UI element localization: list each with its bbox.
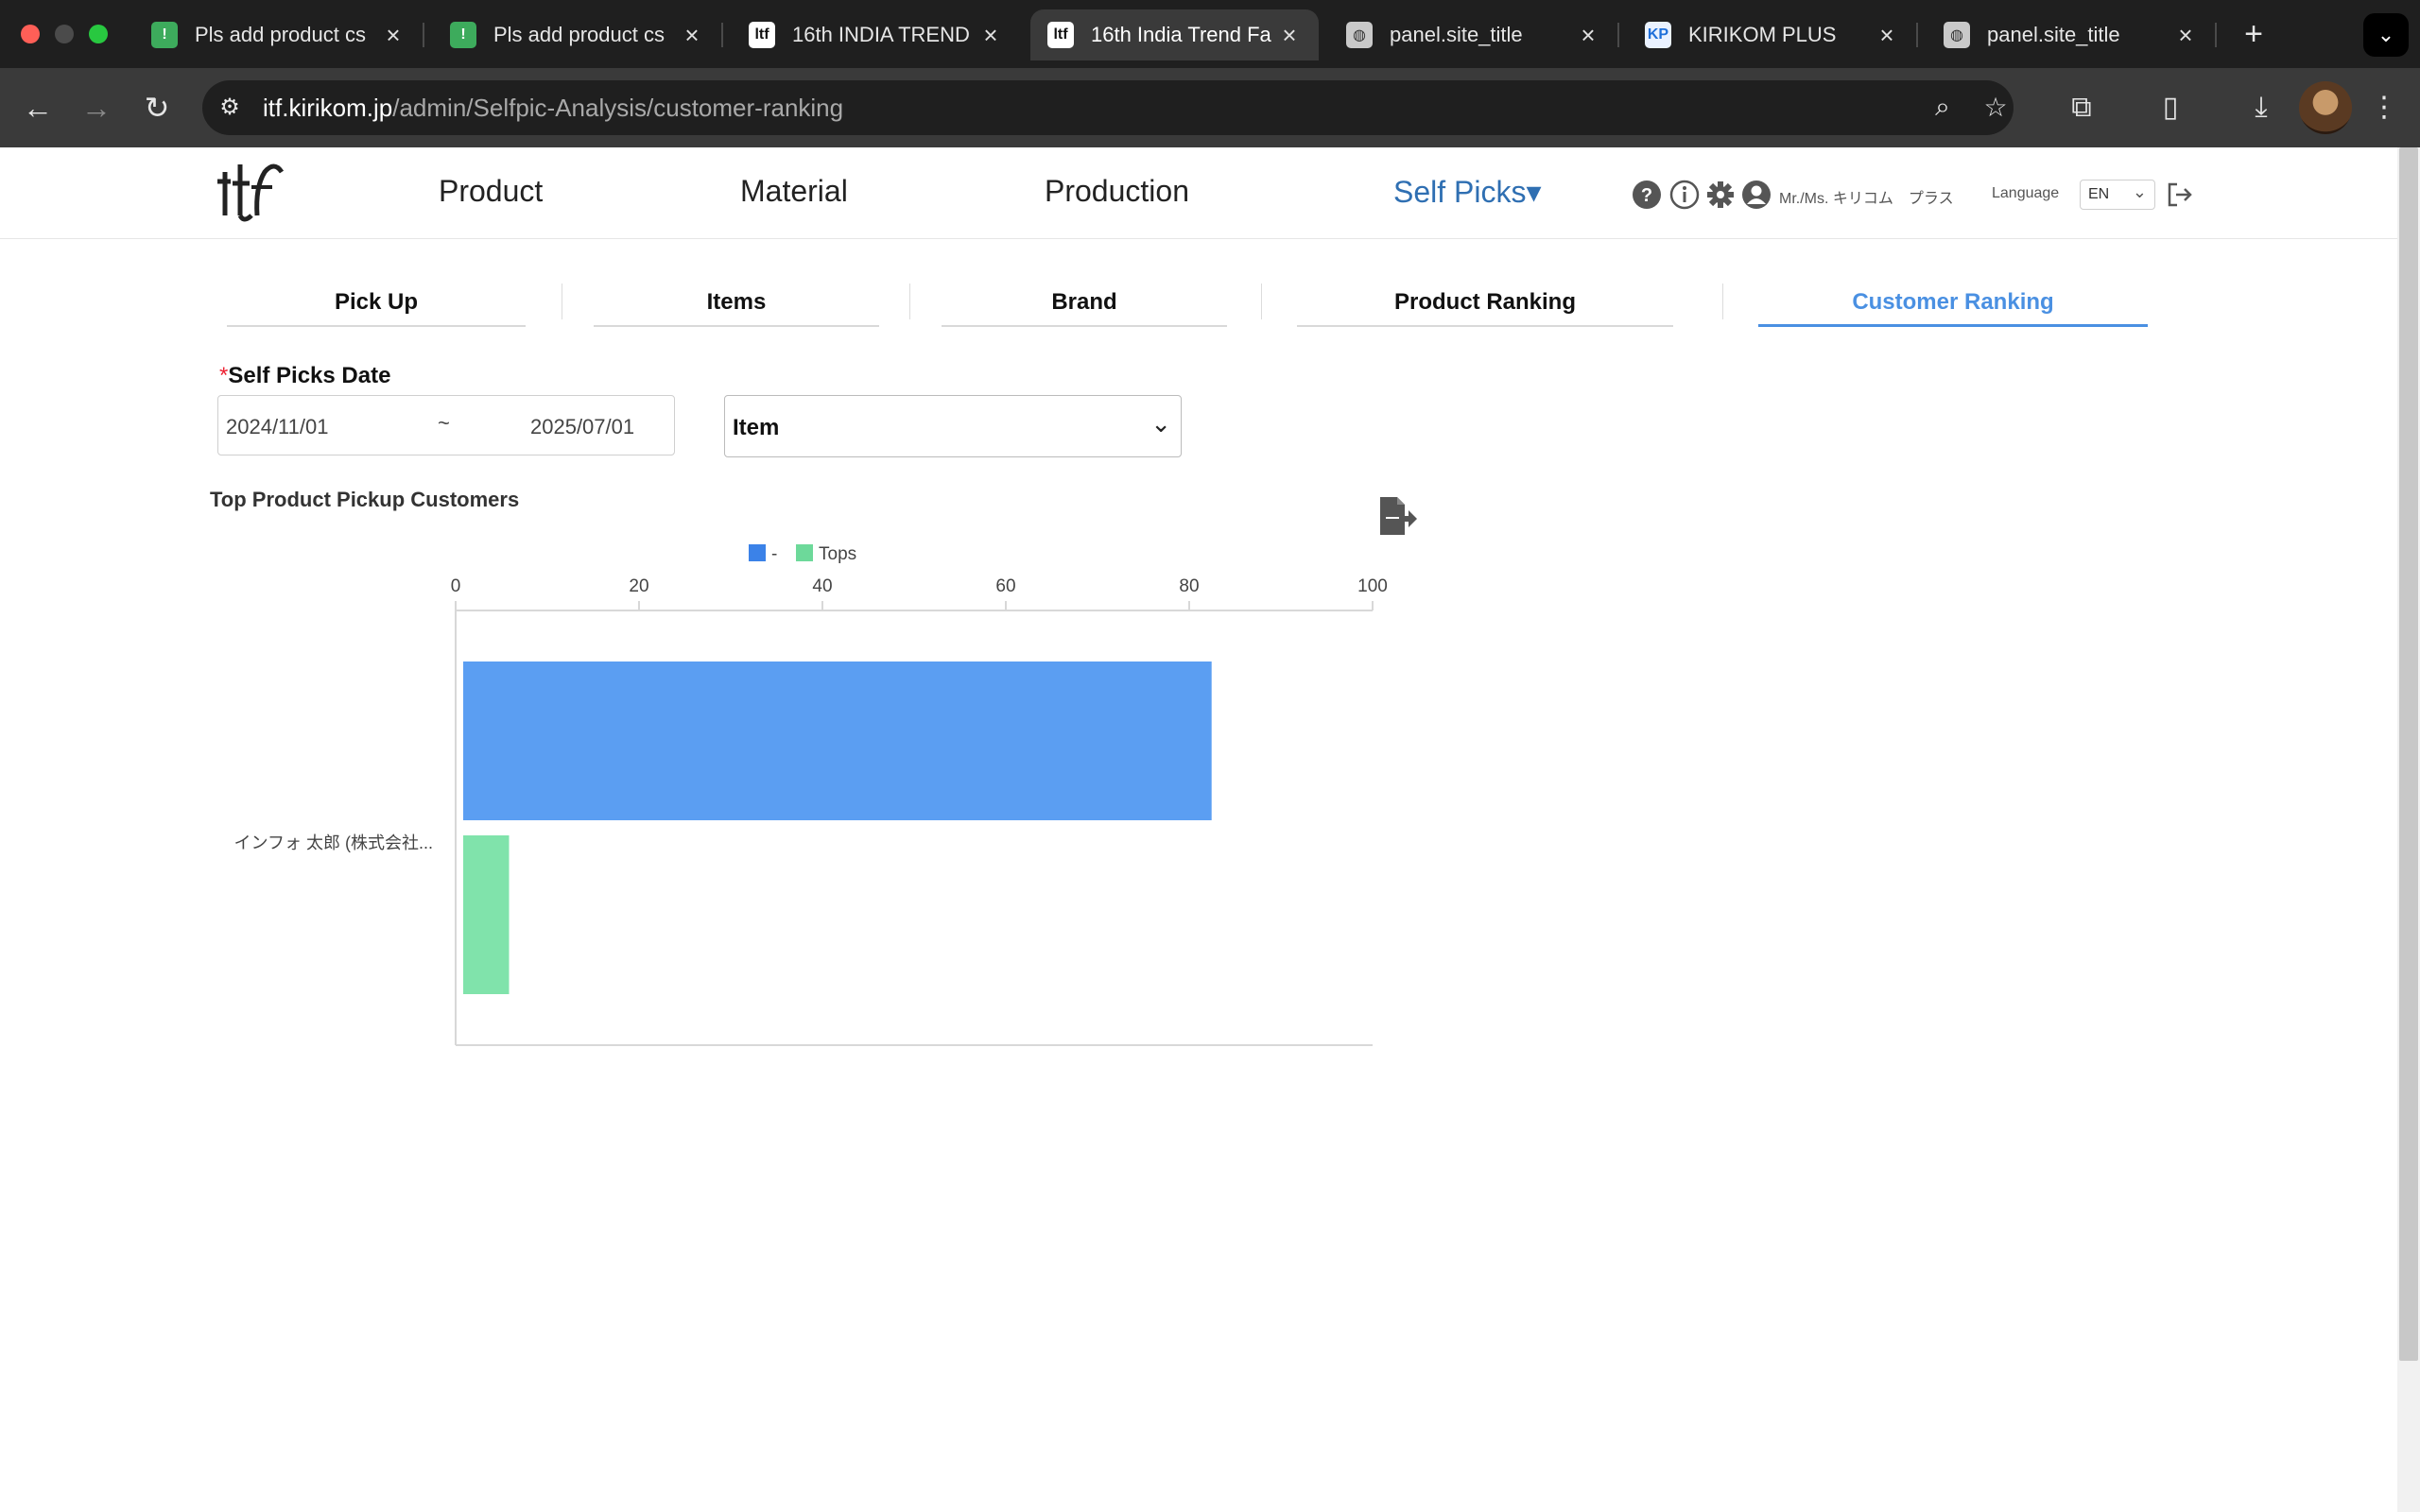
legend-label: Tops xyxy=(819,544,856,564)
bar xyxy=(463,662,1212,820)
x-tick-label: 0 xyxy=(451,576,461,596)
y-category-label: インフォ 太郎 (株式会社... xyxy=(234,833,433,852)
bar xyxy=(463,835,510,994)
legend-swatch xyxy=(749,544,766,561)
x-tick-label: 100 xyxy=(1357,576,1388,596)
legend-swatch xyxy=(796,544,813,561)
x-tick-label: 80 xyxy=(1179,576,1199,596)
legend-label: - xyxy=(771,544,777,564)
page-scrollbar-thumb[interactable] xyxy=(2399,147,2418,1361)
customer-ranking-chart: 0 20 40 60 80 100 - Tops インフォ 太郎 (株式会社... xyxy=(234,544,1388,1046)
x-tick-label: 20 xyxy=(629,576,648,596)
x-tick-label: 40 xyxy=(812,576,832,596)
x-tick-label: 60 xyxy=(995,576,1015,596)
